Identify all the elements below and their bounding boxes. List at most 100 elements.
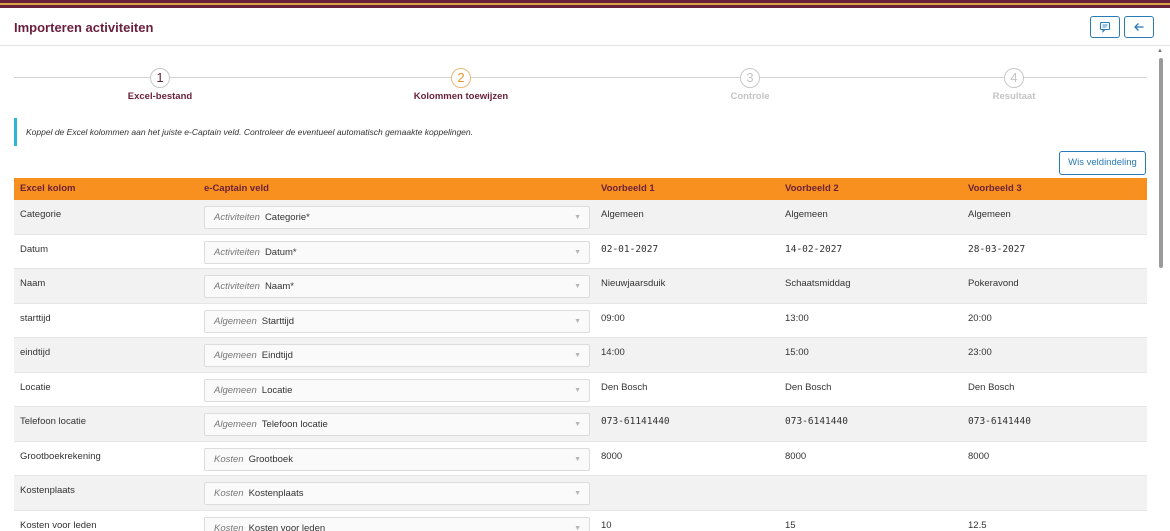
chevron-down-icon: ▼ <box>574 248 581 256</box>
example-value-3: Algemeen <box>968 209 1011 220</box>
step-number: 1 <box>150 68 170 88</box>
step-label: Controle <box>730 91 770 102</box>
chevron-down-icon: ▼ <box>574 524 581 531</box>
table-row: Locatie Algemeen Locatie ▼ Den Bosch Den Bosc… <box>14 373 1147 407</box>
chevron-down-icon: ▼ <box>574 317 581 325</box>
excel-column-name: eindtijd <box>20 347 51 358</box>
table-row: eindtijd Algemeen Eindtijd ▼ 14:00 15:00 23:00 <box>14 338 1147 373</box>
example-value-3: 23:00 <box>968 347 992 358</box>
example-value-1: Nieuwjaarsduik <box>601 278 666 289</box>
scrollbar-thumb[interactable] <box>1159 58 1163 268</box>
comment-button[interactable] <box>1090 16 1120 38</box>
excel-column-name: Categorie <box>20 209 62 220</box>
column-header-voorbeeld-1: Voorbeeld 1 <box>601 183 655 194</box>
step-excel-bestand[interactable]: 1 Excel-bestand <box>80 68 240 102</box>
field-group: Activiteiten <box>214 246 260 258</box>
table-row: Kosten voor leden Kosten Kosten voor leden… <box>14 511 1147 531</box>
field-name: Datum* <box>264 246 297 258</box>
wis-veldindeling-button[interactable]: Wis veldindeling <box>1059 151 1146 175</box>
example-value-2: Schaatsmiddag <box>785 278 851 289</box>
table-row: starttijd Algemeen Starttijd ▼ 09:00 13:00 20:… <box>14 304 1147 338</box>
example-value-3: 12.5 <box>968 519 987 531</box>
info-message: Koppel de Excel kolommen aan het juiste … <box>14 118 714 146</box>
field-group: Activiteiten <box>214 212 260 223</box>
step-label: Kolommen toewijzen <box>413 91 509 102</box>
column-header-voorbeeld-2: Voorbeeld 2 <box>785 183 839 194</box>
column-header-excel-kolom: Excel kolom <box>20 183 76 194</box>
table-row: Kostenplaats Kosten Kostenplaats ▼ <box>14 476 1147 511</box>
field-name: Categorie* <box>264 212 310 223</box>
example-value-3: 20:00 <box>968 312 992 324</box>
column-header-voorbeeld-3: Voorbeeld 3 <box>968 183 1022 194</box>
table-row: Categorie Activiteiten Categorie* ▼ Algemeen… <box>14 200 1147 235</box>
chevron-down-icon: ▼ <box>574 283 581 290</box>
column-header-ecaptain-veld: e-Captain veld <box>204 183 269 194</box>
field-group: Algemeen <box>214 315 257 327</box>
excel-column-name: Naam <box>20 278 46 289</box>
ecaptain-field-select[interactable]: Activiteiten Datum* ▼ <box>204 240 590 264</box>
comment-icon <box>1099 21 1111 33</box>
vertical-scrollbar[interactable]: ▲ <box>1157 46 1170 531</box>
example-value-1: 09:00 <box>601 312 625 324</box>
ecaptain-field-select[interactable]: Algemeen Locatie ▼ <box>204 378 590 402</box>
step-number: 3 <box>740 68 760 88</box>
field-group: Activiteiten <box>214 281 260 292</box>
field-name: Kosten voor leden <box>248 522 326 531</box>
excel-column-name: Kostenplaats <box>20 485 75 496</box>
excel-column-name: Kosten voor leden <box>20 519 97 531</box>
step-kolommen-toewijzen[interactable]: 2 Kolommen toewijzen <box>381 68 541 102</box>
chevron-down-icon: ▼ <box>574 386 581 394</box>
example-value-2: 073-6141440 <box>785 416 848 427</box>
table-row: Telefoon locatie Algemeen Telefoon locatie… <box>14 407 1147 442</box>
excel-column-name: Grootboekrekening <box>20 450 101 462</box>
table-row: Naam Activiteiten Naam* ▼ Nieuwjaarsduik Scha… <box>14 269 1147 304</box>
field-group: Algemeen <box>214 350 257 361</box>
back-arrow-icon <box>1134 23 1144 31</box>
chevron-down-icon: ▼ <box>574 421 581 428</box>
field-group: Kosten <box>214 453 244 465</box>
example-value-2: 15:00 <box>785 347 809 358</box>
step-label: Excel-bestand <box>127 91 193 102</box>
ecaptain-field-select[interactable]: Kosten Grootboek ▼ <box>204 447 590 471</box>
ecaptain-field-select[interactable]: Algemeen Starttijd ▼ <box>204 309 590 333</box>
field-name: Eindtijd <box>261 350 293 361</box>
ecaptain-field-select[interactable]: Kosten Kostenplaats ▼ <box>204 482 590 505</box>
field-group: Algemeen <box>214 384 257 396</box>
step-number: 2 <box>451 68 471 88</box>
example-value-1: 14:00 <box>601 347 625 358</box>
field-group: Algemeen <box>214 419 257 430</box>
ecaptain-field-select[interactable]: Activiteiten Categorie* ▼ <box>204 206 590 229</box>
field-name: Kostenplaats <box>248 488 304 499</box>
ecaptain-field-select[interactable]: Activiteiten Naam* ▼ <box>204 275 590 298</box>
example-value-2: 13:00 <box>785 312 809 324</box>
ecaptain-field-select[interactable]: Kosten Kosten voor leden ▼ <box>204 516 590 531</box>
example-value-1: 02-01-2027 <box>601 243 659 255</box>
example-value-1: 073-61141440 <box>601 416 670 427</box>
step-number: 4 <box>1004 68 1024 88</box>
page-title: Importeren activiteiten <box>14 20 154 35</box>
example-value-2: 15 <box>785 519 796 531</box>
example-value-1: Den Bosch <box>601 381 648 393</box>
example-value-2: 14-02-2027 <box>785 243 843 255</box>
example-value-3: Den Bosch <box>968 381 1015 393</box>
scroll-up-icon[interactable]: ▲ <box>1157 48 1163 54</box>
ecaptain-field-select[interactable]: Algemeen Telefoon locatie ▼ <box>204 413 590 436</box>
wizard-stepper: 1 Excel-bestand 2 Kolommen toewijzen 3 C… <box>14 68 1147 108</box>
example-value-1: 8000 <box>601 450 623 462</box>
chevron-down-icon: ▼ <box>574 490 581 497</box>
excel-column-name: Datum <box>20 243 48 255</box>
chevron-down-icon: ▼ <box>574 352 581 359</box>
back-button[interactable] <box>1124 16 1154 38</box>
mapping-table: Excel kolom e-Captain veld Voorbeeld 1 V… <box>14 178 1147 531</box>
example-value-1: 10 <box>601 519 612 531</box>
example-value-3: Pokeravond <box>968 278 1019 289</box>
page-header: Importeren activiteiten <box>0 8 1170 46</box>
top-brand-stripe <box>0 0 1170 8</box>
excel-column-name: Telefoon locatie <box>20 416 87 427</box>
step-resultaat: 4 Resultaat <box>934 68 1094 102</box>
step-label: Resultaat <box>992 91 1036 102</box>
example-value-1: Algemeen <box>601 209 644 220</box>
field-group: Kosten <box>214 522 244 531</box>
ecaptain-field-select[interactable]: Algemeen Eindtijd ▼ <box>204 344 590 367</box>
field-name: Locatie <box>261 384 293 396</box>
